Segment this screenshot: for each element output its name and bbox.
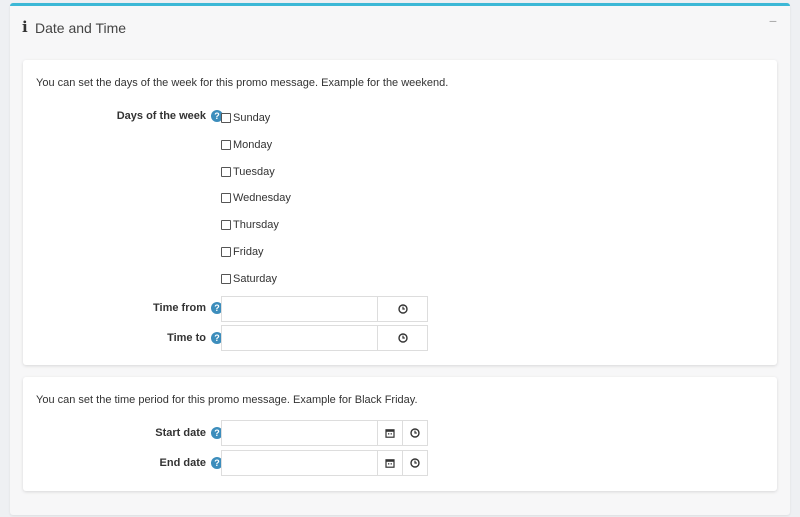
period-description: You can set the time period for this pro… xyxy=(36,394,418,406)
end-date-input[interactable] xyxy=(222,451,377,475)
weekdays-card: You can set the days of the week for thi… xyxy=(23,60,777,365)
checkbox[interactable] xyxy=(221,220,231,230)
collapse-button[interactable]: − xyxy=(766,14,780,28)
checkbox-thursday[interactable]: Thursday xyxy=(221,218,279,232)
time-to-clock-button[interactable] xyxy=(377,326,427,350)
clock-icon xyxy=(397,304,408,314)
start-date-calendar-button[interactable] xyxy=(377,421,402,445)
checkbox-wednesday[interactable]: Wednesday xyxy=(221,191,291,205)
checkbox[interactable] xyxy=(221,247,231,257)
checkbox-label-thursday: Thursday xyxy=(233,219,279,231)
calendar-icon xyxy=(385,429,395,438)
time-from-clock-button[interactable] xyxy=(377,297,427,321)
period-card: You can set the time period for this pro… xyxy=(23,377,777,491)
start-date-input[interactable] xyxy=(222,421,377,445)
checkbox-saturday[interactable]: Saturday xyxy=(221,272,277,286)
clock-icon xyxy=(410,458,420,468)
end-date-label: End date xyxy=(159,457,206,469)
clock-icon xyxy=(397,333,408,343)
time-from-input[interactable] xyxy=(222,297,377,321)
checkbox-label-wednesday: Wednesday xyxy=(233,192,291,204)
checkbox-label-tuesday: Tuesday xyxy=(233,166,275,178)
checkbox[interactable] xyxy=(221,167,231,177)
checkbox-monday[interactable]: Monday xyxy=(221,138,272,152)
weekdays-description: You can set the days of the week for thi… xyxy=(36,77,449,89)
time-to-picker xyxy=(221,325,428,351)
info-icon: i xyxy=(22,18,28,36)
panel-title: Date and Time xyxy=(35,20,127,36)
checkbox-tuesday[interactable]: Tuesday xyxy=(221,165,275,179)
time-to-label: Time to xyxy=(167,332,206,344)
panel-header: i Date and Time − xyxy=(10,6,790,46)
time-to-input[interactable] xyxy=(222,326,377,350)
date-time-panel: i Date and Time − You can set the days o… xyxy=(10,3,790,515)
time-from-label: Time from xyxy=(153,302,206,314)
calendar-icon xyxy=(385,459,395,468)
checkbox-label-saturday: Saturday xyxy=(233,273,278,285)
checkbox[interactable] xyxy=(221,113,231,123)
start-date-picker xyxy=(221,420,428,446)
start-date-label: Start date xyxy=(155,427,206,439)
checkbox-label-sunday: Sunday xyxy=(233,112,271,124)
checkbox[interactable] xyxy=(221,140,231,150)
end-date-picker xyxy=(221,450,428,476)
end-date-clock-button[interactable] xyxy=(402,451,427,475)
checkbox-label-friday: Friday xyxy=(233,246,264,258)
checkbox-label-monday: Monday xyxy=(233,139,273,151)
time-from-picker xyxy=(221,296,428,322)
end-date-calendar-button[interactable] xyxy=(377,451,402,475)
days-of-week-label: Days of the week xyxy=(116,110,206,122)
start-date-clock-button[interactable] xyxy=(402,421,427,445)
checkbox[interactable] xyxy=(221,274,231,284)
checkbox-friday[interactable]: Friday xyxy=(221,245,264,259)
checkbox-sunday[interactable]: Sunday xyxy=(221,111,270,125)
checkbox[interactable] xyxy=(221,193,231,203)
clock-icon xyxy=(410,428,420,438)
